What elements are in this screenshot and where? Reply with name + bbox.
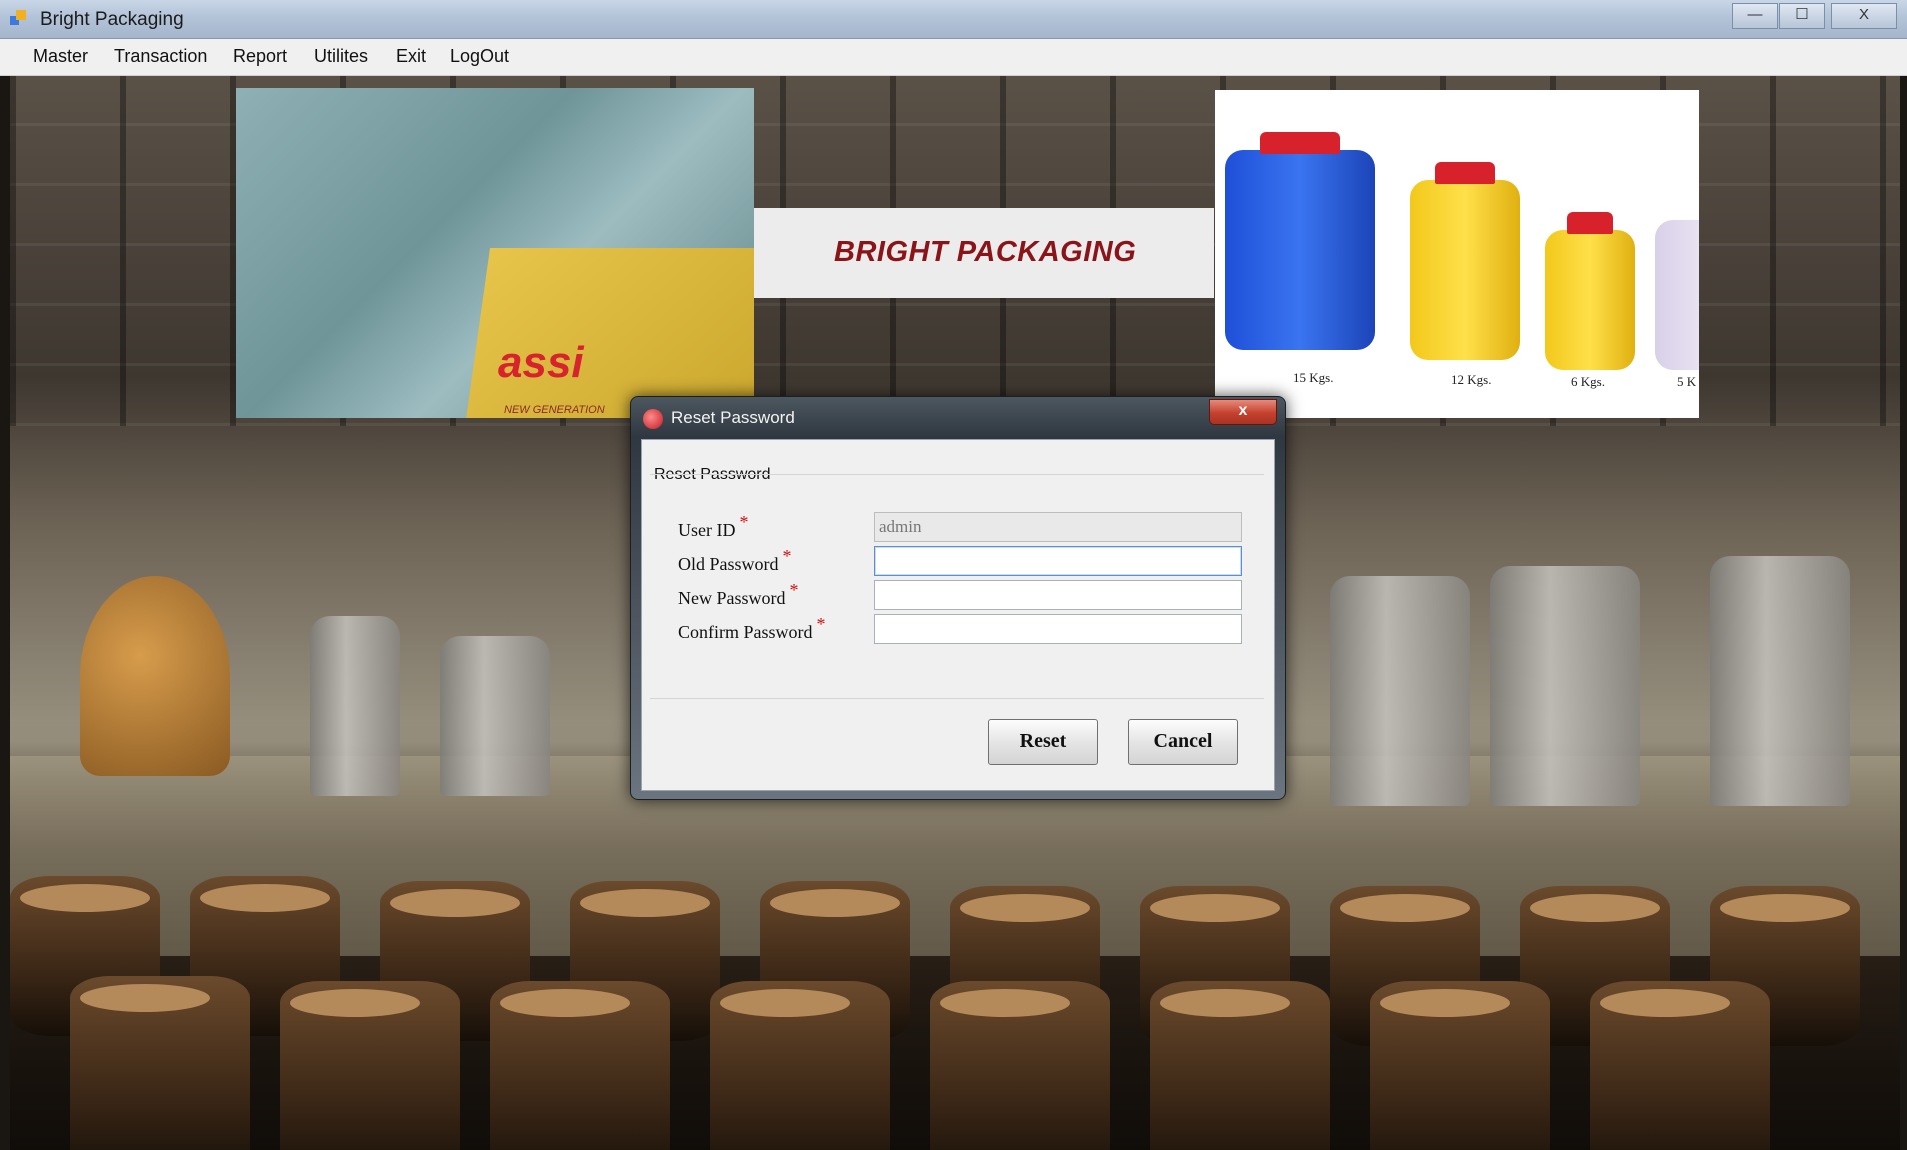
- banner-oil-can-image: assi NEW GENERATION: [236, 88, 754, 418]
- assi-tagline: NEW GENERATION: [504, 404, 605, 416]
- dialog-close-button[interactable]: x: [1209, 399, 1277, 425]
- background-tank: [1330, 576, 1470, 806]
- jug-label-15kg: 15 Kgs.: [1293, 370, 1334, 385]
- old-password-field[interactable]: [874, 546, 1242, 576]
- background-barrel: [1590, 981, 1770, 1150]
- confirm-password-label: Confirm Password *: [678, 614, 826, 642]
- maximize-button[interactable]: ☐: [1779, 3, 1825, 29]
- window-title-bar[interactable]: Bright Packaging — ☐ X: [0, 0, 1907, 39]
- background-tank: [1710, 556, 1850, 806]
- menu-utilites[interactable]: Utilites: [314, 46, 368, 67]
- confirm-password-field[interactable]: [874, 614, 1242, 644]
- menu-report[interactable]: Report: [233, 46, 287, 67]
- old-password-label: Old Password *: [678, 546, 792, 574]
- reset-password-dialog: Reset Password x Reset Password User ID *…: [630, 396, 1286, 800]
- assi-logo: assi: [498, 338, 584, 387]
- brand-title: BRIGHT PACKAGING: [834, 236, 1137, 268]
- menu-logout[interactable]: LogOut: [450, 46, 509, 67]
- white-container: [1655, 220, 1699, 370]
- required-marker: *: [816, 614, 826, 634]
- window-controls: — ☐ X: [1731, 3, 1897, 29]
- banner-containers-image: 15 Kgs. 12 Kgs. 6 Kgs. 5 K: [1215, 90, 1699, 418]
- background-tank: [1490, 566, 1640, 806]
- required-marker: *: [789, 580, 799, 600]
- reset-button[interactable]: Reset: [988, 719, 1098, 765]
- yellow-container-small: [1545, 212, 1635, 370]
- jug-label-5kg: 5 K: [1677, 374, 1697, 389]
- background-barrel: [710, 981, 890, 1150]
- menu-master[interactable]: Master: [33, 46, 88, 67]
- user-id-field: admin: [874, 512, 1242, 542]
- required-marker: *: [782, 546, 792, 566]
- jug-label-6kg: 6 Kgs.: [1571, 374, 1605, 389]
- background-barrel: [490, 981, 670, 1150]
- dialog-title: Reset Password: [671, 408, 795, 427]
- menu-transaction[interactable]: Transaction: [114, 46, 207, 67]
- background-still: [80, 576, 230, 776]
- blue-container: [1225, 132, 1375, 350]
- app-icon: [10, 10, 28, 28]
- background-tank: [440, 636, 550, 796]
- jug-label-12kg: 12 Kgs.: [1451, 372, 1492, 387]
- background-barrel: [1370, 981, 1550, 1150]
- close-window-button[interactable]: X: [1831, 3, 1897, 29]
- background-barrel: [280, 981, 460, 1150]
- window-title: Bright Packaging: [40, 9, 184, 30]
- dialog-body: Reset Password User ID * admin Old Passwo…: [641, 439, 1275, 791]
- background-barrel: [1150, 981, 1330, 1150]
- yellow-container-large: [1410, 162, 1520, 360]
- user-id-label: User ID *: [678, 512, 749, 540]
- menu-bar: Master Transaction Report Utilites Exit …: [0, 39, 1907, 76]
- background-tank: [310, 616, 400, 796]
- menu-exit[interactable]: Exit: [396, 46, 426, 67]
- cancel-button[interactable]: Cancel: [1128, 719, 1238, 765]
- new-password-label: New Password *: [678, 580, 799, 608]
- background-barrel: [70, 976, 250, 1150]
- dialog-app-icon: [643, 409, 663, 429]
- minimize-button[interactable]: —: [1732, 3, 1778, 29]
- brand-banner: BRIGHT PACKAGING: [754, 208, 1214, 298]
- button-panel: Reset Cancel: [650, 698, 1264, 781]
- new-password-field[interactable]: [874, 580, 1242, 610]
- required-marker: *: [739, 512, 749, 532]
- background-barrel: [930, 981, 1110, 1150]
